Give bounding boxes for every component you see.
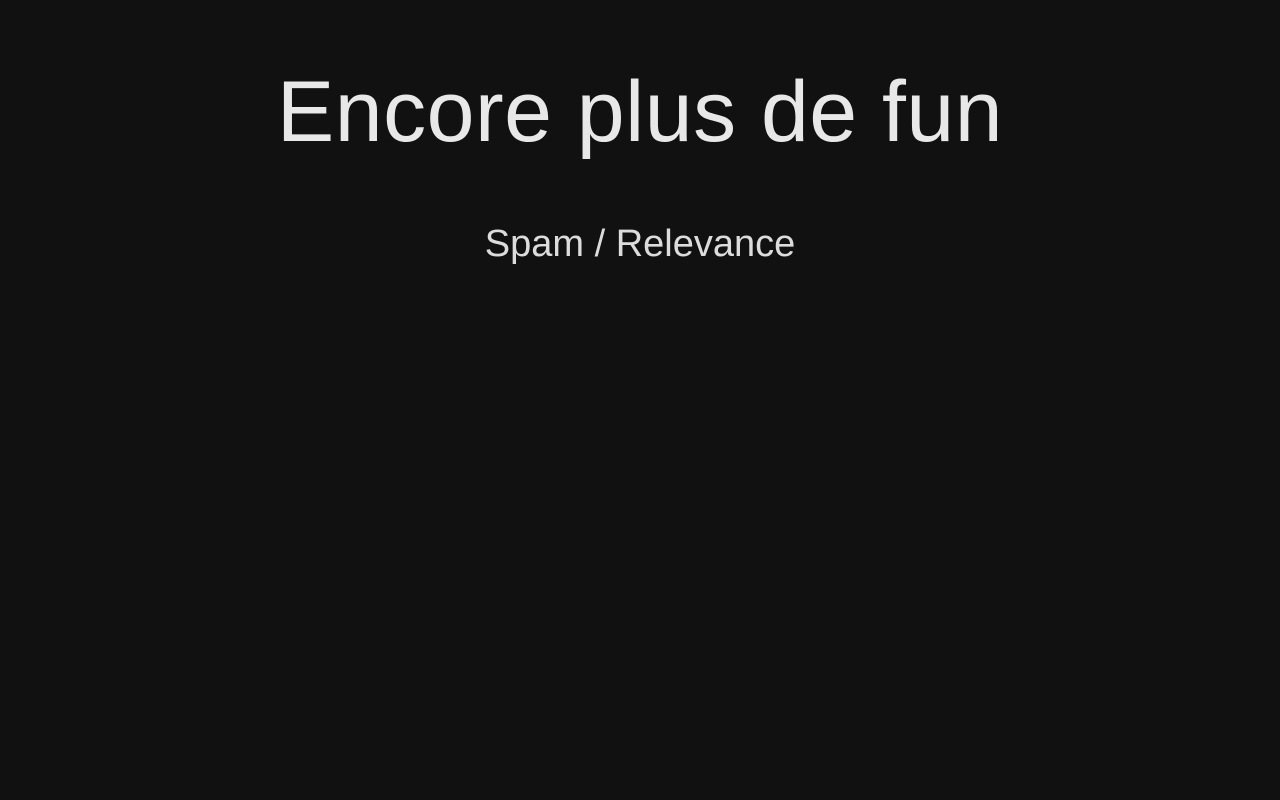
presentation-slide: Encore plus de fun Spam / Relevance: [0, 0, 1280, 800]
slide-subtitle: Spam / Relevance: [484, 223, 796, 265]
slide-title: Encore plus de fun: [276, 64, 1004, 160]
